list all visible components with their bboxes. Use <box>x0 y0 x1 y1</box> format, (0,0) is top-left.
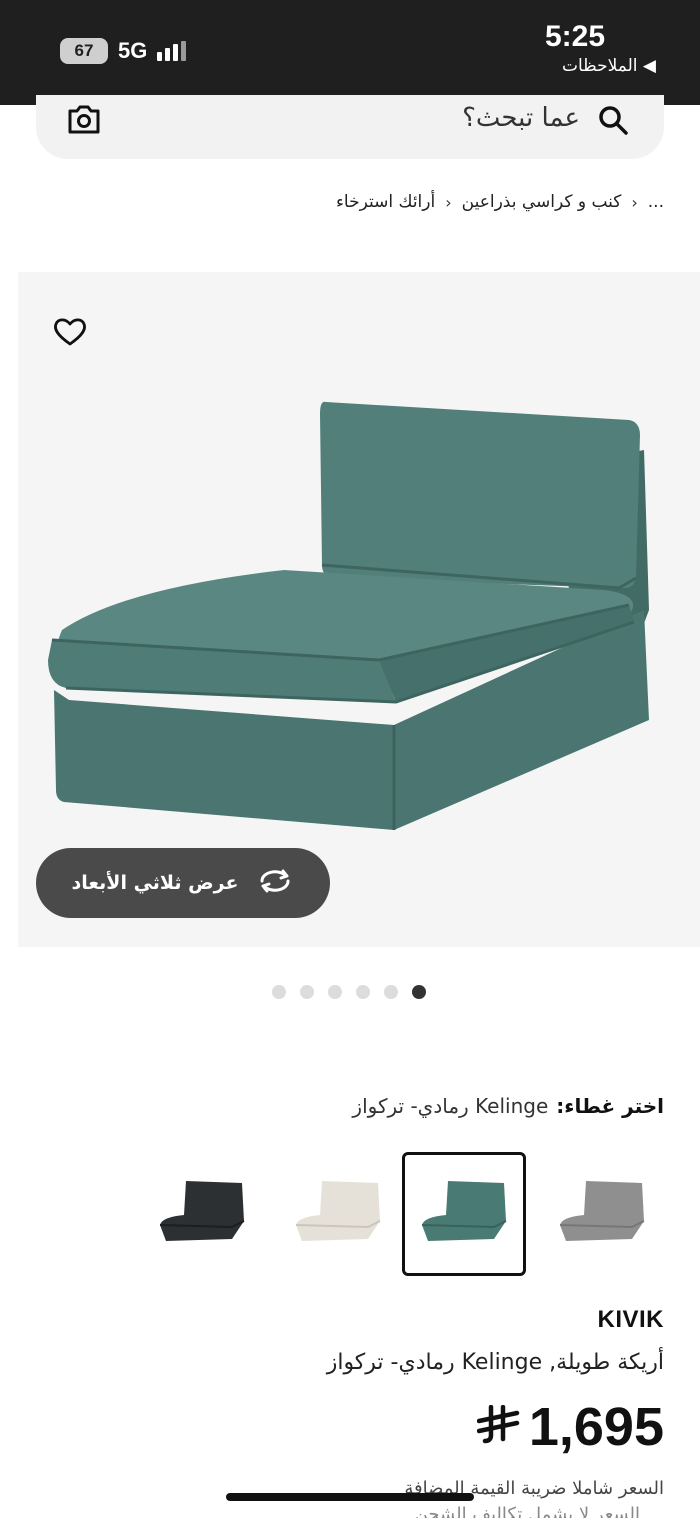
rotate-3d-icon <box>256 868 294 899</box>
chevron-left-icon: ‹ <box>631 192 638 212</box>
pagination-dot-active[interactable] <box>412 985 426 999</box>
product-description: أريكة طويلة, Kelinge رمادي- تركواز <box>326 1350 664 1375</box>
product-brand: KIVIK <box>597 1306 664 1333</box>
pagination-dot[interactable] <box>272 985 286 999</box>
pagination-dot[interactable] <box>356 985 370 999</box>
price-value: 1,695 <box>528 1397 664 1457</box>
swatch-dark-gray[interactable] <box>140 1152 264 1276</box>
back-to-app-link[interactable]: ◀ الملاحظات <box>562 56 656 76</box>
heart-icon[interactable] <box>53 317 87 351</box>
view-3d-label: عرض ثلاثي الأبعاد <box>71 872 239 894</box>
product-image-gallery[interactable]: عرض ثلاثي الأبعاد <box>18 272 700 947</box>
network-label: 5G <box>118 38 148 63</box>
product-image <box>48 401 649 830</box>
cover-swatches <box>140 1152 664 1276</box>
home-indicator[interactable] <box>226 1493 474 1501</box>
status-bar: 67 5G 5:25 ◀ الملاحظات <box>0 0 700 105</box>
battery-indicator: 67 <box>60 38 108 64</box>
swatch-beige[interactable] <box>276 1152 400 1276</box>
gallery-pagination <box>272 985 426 999</box>
breadcrumb: ... ‹ كنب و كراسي بذراعين ‹ أرائك استرخا… <box>336 192 664 212</box>
chevron-left-icon: ‹ <box>445 192 452 212</box>
search-icon[interactable] <box>596 103 630 141</box>
search-input[interactable]: عما تبحث؟ <box>462 103 580 133</box>
pagination-dot[interactable] <box>328 985 342 999</box>
cover-selector-heading: اختر غطاء: Kelinge رمادي- تركواز <box>352 1094 664 1118</box>
breadcrumb-item-home[interactable]: ... <box>648 192 664 212</box>
shipping-note: السعر لا يشمل تكاليف الشحن <box>414 1504 640 1518</box>
search-bar[interactable]: عما تبحث؟ <box>36 95 664 159</box>
cover-label: اختر غطاء: <box>556 1094 664 1118</box>
riyal-currency-icon <box>476 1404 521 1449</box>
status-indicators: 67 5G <box>60 38 187 64</box>
clock: 5:25 <box>544 20 605 53</box>
signal-icon <box>157 41 187 61</box>
pagination-dot[interactable] <box>300 985 314 999</box>
cover-value: Kelinge رمادي- تركواز <box>352 1094 549 1118</box>
swatch-gray-turquoise[interactable] <box>402 1152 526 1276</box>
swatch-gray[interactable] <box>540 1152 664 1276</box>
camera-icon[interactable] <box>66 102 102 140</box>
pagination-dot[interactable] <box>384 985 398 999</box>
view-3d-button[interactable]: عرض ثلاثي الأبعاد <box>36 848 330 918</box>
breadcrumb-item-chaise[interactable]: أرائك استرخاء <box>336 192 435 212</box>
product-price: 1,695 <box>476 1396 664 1458</box>
breadcrumb-item-sofas[interactable]: كنب و كراسي بذراعين <box>462 192 622 212</box>
